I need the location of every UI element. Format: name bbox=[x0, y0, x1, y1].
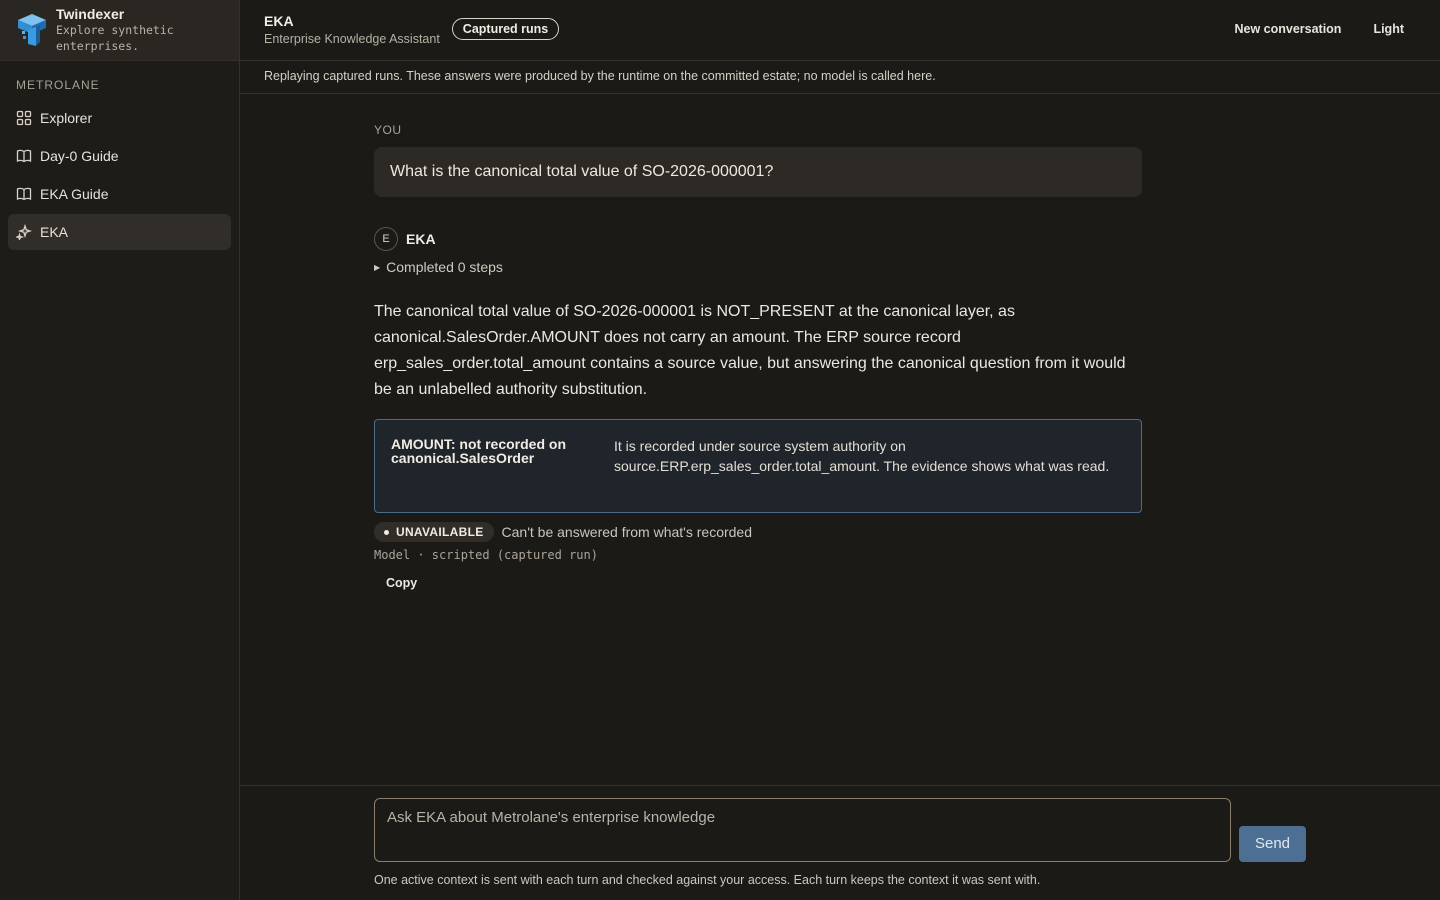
sidebar-item-day-0-guide[interactable]: Day-0 Guide bbox=[8, 138, 231, 174]
copy-button[interactable]: Copy bbox=[386, 576, 1142, 590]
sidebar-item-explorer[interactable]: Explorer bbox=[8, 100, 231, 136]
user-message: What is the canonical total value of SO-… bbox=[374, 147, 1142, 197]
assistant-name: EKA bbox=[406, 231, 436, 247]
top-actions: New conversation Light bbox=[1234, 22, 1404, 36]
sidebar-item-label: Day-0 Guide bbox=[40, 148, 119, 164]
mode-badge: Captured runs bbox=[451, 18, 560, 40]
brand-name: Twindexer bbox=[56, 6, 125, 22]
sidebar-item-eka-guide[interactable]: EKA Guide bbox=[8, 176, 231, 212]
status-text: Can't be answered from what's recorded bbox=[501, 524, 752, 540]
disclosure-triangle-icon: ▶ bbox=[374, 262, 381, 272]
brand-tagline: Explore synthetic enterprises. bbox=[56, 23, 174, 53]
send-button[interactable]: Send bbox=[1239, 826, 1306, 862]
sidebar-item-label: EKA bbox=[40, 224, 69, 240]
new-conversation-button[interactable]: New conversation bbox=[1234, 22, 1341, 36]
app-title-block: EKA Enterprise Knowledge Assistant bbox=[264, 12, 440, 48]
status-dot-icon bbox=[384, 529, 389, 535]
sidebar-nav: Explorer Day-0 Guide EKA Guide EKA bbox=[0, 100, 239, 250]
callout-body: It is recorded under source system autho… bbox=[614, 438, 1110, 474]
status-row: UNAVAILABLE Can't be answered from what'… bbox=[374, 522, 1142, 542]
theme-toggle-button[interactable]: Light bbox=[1373, 22, 1404, 36]
book-icon bbox=[16, 149, 32, 163]
model-info: Model · scripted (captured run) bbox=[374, 548, 598, 562]
assistant-answer: The canonical total value of SO-2026-000… bbox=[374, 303, 1126, 398]
assistant-header: E EKA bbox=[374, 227, 1142, 251]
message-input[interactable]: Ask EKA about Metrolane's enterprise kno… bbox=[374, 798, 1231, 862]
conversation-area: YOU What is the canonical total value of… bbox=[374, 94, 1142, 590]
grid-icon bbox=[16, 110, 32, 126]
app-title: EKA bbox=[264, 13, 294, 29]
sidebar: Twindexer Explore synthetic enterprises.… bbox=[0, 0, 240, 900]
steps-label: Completed 0 steps bbox=[386, 259, 503, 275]
brand-header[interactable]: Twindexer Explore synthetic enterprises. bbox=[0, 0, 239, 61]
status-badge-label: UNAVAILABLE bbox=[396, 525, 484, 539]
sparkle-icon bbox=[16, 224, 32, 240]
book-icon bbox=[16, 187, 32, 201]
top-bar: EKA Enterprise Knowledge Assistant Captu… bbox=[240, 0, 1440, 61]
app-subtitle: Enterprise Knowledge Assistant bbox=[264, 32, 440, 46]
composer-note: One active context is sent with each tur… bbox=[374, 873, 1041, 887]
twindexer-logo-icon bbox=[18, 14, 46, 46]
org-label: METROLANE bbox=[16, 78, 100, 92]
evidence-callout: AMOUNT: not recorded on canonical.SalesO… bbox=[374, 419, 1142, 513]
user-label: YOU bbox=[374, 123, 402, 137]
status-badge: UNAVAILABLE bbox=[374, 522, 494, 542]
composer: Ask EKA about Metrolane's enterprise kno… bbox=[240, 785, 1440, 900]
replay-banner: Replaying captured runs. These answers w… bbox=[240, 61, 1440, 94]
callout-title: AMOUNT: not recorded on canonical.SalesO… bbox=[391, 436, 566, 466]
steps-disclosure[interactable]: ▶ Completed 0 steps bbox=[374, 259, 1142, 275]
avatar: E bbox=[374, 227, 398, 251]
sidebar-item-label: Explorer bbox=[40, 110, 93, 126]
sidebar-item-label: EKA Guide bbox=[40, 186, 109, 202]
sidebar-item-eka[interactable]: EKA bbox=[8, 214, 231, 250]
